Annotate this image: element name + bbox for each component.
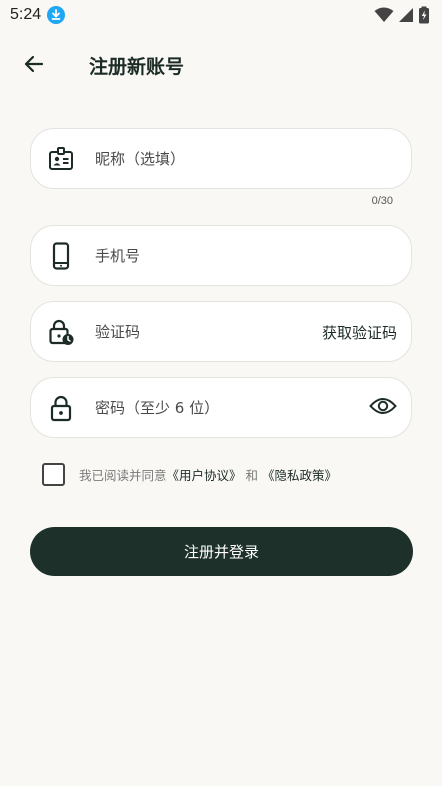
wifi-icon <box>374 7 394 27</box>
status-icons <box>374 6 430 28</box>
nickname-counter: 0/30 <box>371 195 393 207</box>
user-agreement-link[interactable]: 《用户协议》 <box>167 468 242 483</box>
password-field <box>30 377 412 438</box>
lock-icon <box>47 394 75 422</box>
status-bar: 5:24 <box>0 0 442 30</box>
password-input[interactable] <box>95 378 295 437</box>
battery-icon <box>418 6 430 28</box>
get-code-button[interactable]: 获取验证码 <box>322 322 397 343</box>
id-card-icon <box>47 145 75 173</box>
page-title: 注册新账号 <box>89 56 185 78</box>
code-field: 获取验证码 <box>30 301 412 362</box>
eye-icon <box>369 396 397 420</box>
app-bar: 注册新账号 <box>0 40 442 90</box>
back-button[interactable] <box>18 50 50 82</box>
arrow-left-icon <box>22 52 46 80</box>
signal-icon <box>398 7 414 27</box>
phone-field <box>30 225 412 286</box>
download-badge-icon <box>47 6 66 24</box>
agreement-checkbox[interactable] <box>42 463 65 486</box>
nickname-input[interactable] <box>95 129 295 188</box>
code-input[interactable] <box>95 302 295 361</box>
privacy-policy-link[interactable]: 《隐私政策》 <box>262 468 337 483</box>
agreement-joiner: 和 <box>245 468 259 483</box>
register-login-button[interactable]: 注册并登录 <box>30 527 413 576</box>
agreement-prefix: 我已阅读并同意 <box>79 468 167 483</box>
phone-icon <box>47 242 75 270</box>
phone-input[interactable] <box>95 226 295 285</box>
lock-clock-icon <box>47 318 75 346</box>
agreement-text: 我已阅读并同意《用户协议》 和 《隐私政策》 <box>79 465 337 484</box>
agreement-row: 我已阅读并同意《用户协议》 和 《隐私政策》 <box>42 463 337 486</box>
password-visibility-toggle[interactable] <box>369 395 397 421</box>
status-time: 5:24 <box>10 6 42 23</box>
nickname-field <box>30 128 412 189</box>
